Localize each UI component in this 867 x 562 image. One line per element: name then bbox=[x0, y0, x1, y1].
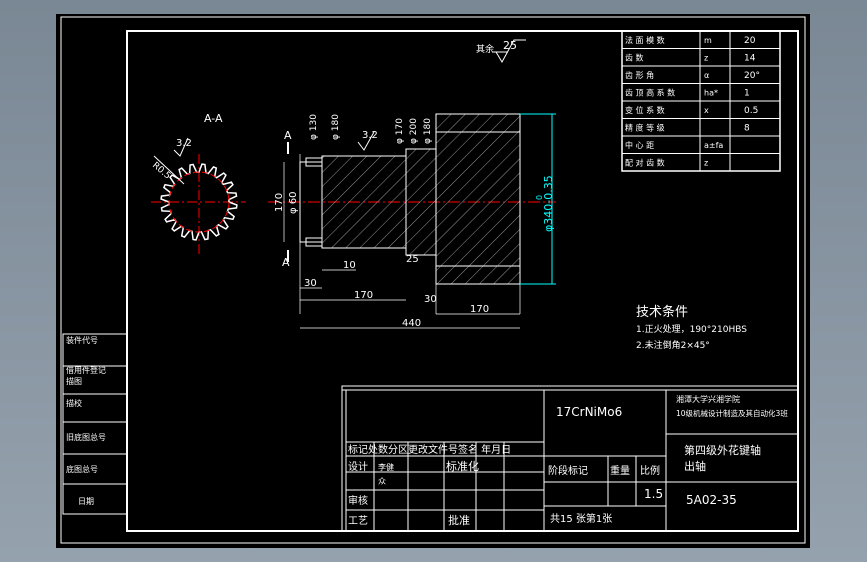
param-name: 变 位 系 数 bbox=[625, 105, 665, 115]
strip-1: 描图 bbox=[66, 376, 82, 386]
roughness-label: 其余 bbox=[476, 43, 494, 55]
shaft-view: A A φ 130 φ 180 φ 170 φ 200 φ 180 3.2 φ3… bbox=[268, 113, 556, 329]
param-value: 14 bbox=[744, 54, 756, 64]
roughness-mark: 其余 25 bbox=[476, 39, 526, 64]
part-name: 第四级外花键轴 bbox=[684, 443, 761, 457]
param-value: 8 bbox=[744, 124, 750, 134]
stage-header: 阶段标记 bbox=[548, 464, 588, 477]
param-name: 配 对 齿 数 bbox=[625, 158, 665, 168]
approve-label: 批准 bbox=[448, 513, 470, 527]
weight-header: 重量 bbox=[610, 464, 630, 477]
strip-top: 装件代号 bbox=[66, 335, 98, 345]
section-title: A-A bbox=[204, 112, 223, 125]
org2: 10级机械设计制造及其自动化3班 bbox=[676, 408, 788, 418]
param-value: 1 bbox=[744, 89, 750, 99]
param-name: 齿 数 bbox=[625, 53, 644, 63]
part-name2: 出轴 bbox=[684, 459, 706, 473]
org1: 湘潭大学兴湘学院 bbox=[676, 394, 740, 404]
param-name: 法 面 模 数 bbox=[625, 35, 665, 45]
design-label: 设计 bbox=[348, 460, 368, 473]
scale-header: 比例 bbox=[640, 464, 660, 477]
designer: 李健 bbox=[378, 462, 394, 472]
dim-d170: φ 170 bbox=[395, 118, 405, 144]
dim-d200: φ 200 bbox=[409, 118, 419, 144]
strip-6: 日期 bbox=[78, 497, 94, 506]
dim-d340: φ340-0.35 bbox=[542, 175, 555, 232]
dim-l30a: 30 bbox=[304, 278, 317, 289]
gear-parameter-table: 法 面 模 数 m 20 齿 数 z 14 齿 形 角 α 20° 齿 顶 高 系 数 ha* 1 变 … bbox=[621, 30, 781, 172]
param-value: 20° bbox=[744, 71, 760, 81]
dim-h170: 170 bbox=[274, 193, 285, 212]
param-name: 精 度 等 级 bbox=[625, 123, 665, 133]
param-symbol: x bbox=[704, 106, 709, 115]
param-symbol: ha* bbox=[704, 89, 718, 98]
dim-d340-tol: 0 bbox=[535, 195, 544, 200]
param-name: 齿 形 角 bbox=[625, 70, 654, 80]
material: 17CrNiMo6 bbox=[556, 405, 622, 419]
param-value: 20 bbox=[744, 36, 756, 46]
left-strip: 装件代号 借用件登记 描图 描校 旧底图总号 底图总号 签字 日期 bbox=[62, 333, 128, 515]
drawing-canvas: 装件代号 借用件登记 描图 描校 旧底图总号 底图总号 签字 日期 法 面 模 … bbox=[56, 14, 810, 548]
dim-d60: φ 60 bbox=[288, 192, 299, 215]
review-label: 审核 bbox=[348, 494, 368, 507]
dim-d180: φ 180 bbox=[331, 114, 341, 140]
tech-notes: 技术条件 1.正火处理，190°210HBS 2.未注倒角2×45° bbox=[636, 304, 747, 351]
tech-title: 技术条件 bbox=[636, 304, 688, 320]
sheet-count: 共15 张第1张 bbox=[550, 512, 612, 525]
cut-a-top: A bbox=[284, 129, 292, 142]
engineering-drawing: 装件代号 借用件登记 描图 描校 旧底图总号 底图总号 签字 日期 法 面 模 … bbox=[60, 16, 806, 544]
strip-3: 旧底图总号 bbox=[66, 432, 106, 442]
dim-l440: 440 bbox=[402, 318, 421, 329]
dim-l30b: 30 bbox=[424, 294, 437, 305]
designer2: 众 bbox=[378, 477, 386, 486]
dim-d180b: φ 180 bbox=[423, 118, 433, 144]
title-block-text: 17CrNiMo6 湘潭大学兴湘学院 10级机械设计制造及其自动化3班 第四级外… bbox=[348, 394, 788, 527]
param-symbol: z bbox=[704, 54, 708, 63]
strip-2: 描校 bbox=[66, 398, 82, 408]
param-name: 齿 顶 高 系 数 bbox=[625, 88, 675, 98]
header-row: 标记处数分区更改文件号签名 年月日 bbox=[348, 443, 511, 456]
scale: 1.5 bbox=[644, 487, 663, 501]
tech-line2: 2.未注倒角2×45° bbox=[636, 339, 710, 351]
fillet-radius: R0.5 bbox=[150, 161, 172, 182]
strip-0: 借用件登记 bbox=[66, 365, 106, 375]
dim-l10: 10 bbox=[343, 260, 356, 271]
param-value: 0.5 bbox=[744, 106, 758, 116]
drawing-no: 5A02-35 bbox=[686, 493, 737, 507]
roughness-value: 25 bbox=[503, 39, 517, 52]
param-name: 中 心 距 bbox=[625, 140, 654, 150]
tech-line1: 1.正火处理，190°210HBS bbox=[636, 323, 747, 335]
dim-l25: 25 bbox=[406, 254, 419, 265]
param-symbol: m bbox=[704, 36, 712, 45]
dim-l170b: 170 bbox=[470, 304, 489, 315]
section-view: A-A 3.2 R0.5 bbox=[150, 112, 246, 254]
dim-l170a: 170 bbox=[354, 290, 373, 301]
craft-label: 工艺 bbox=[348, 515, 368, 527]
dim-d130: φ 130 bbox=[309, 114, 319, 140]
param-symbol: z bbox=[704, 159, 708, 168]
param-symbol: α bbox=[704, 71, 709, 80]
standard-label: 标准化 bbox=[446, 459, 479, 473]
param-symbol: a±fa bbox=[704, 141, 723, 150]
